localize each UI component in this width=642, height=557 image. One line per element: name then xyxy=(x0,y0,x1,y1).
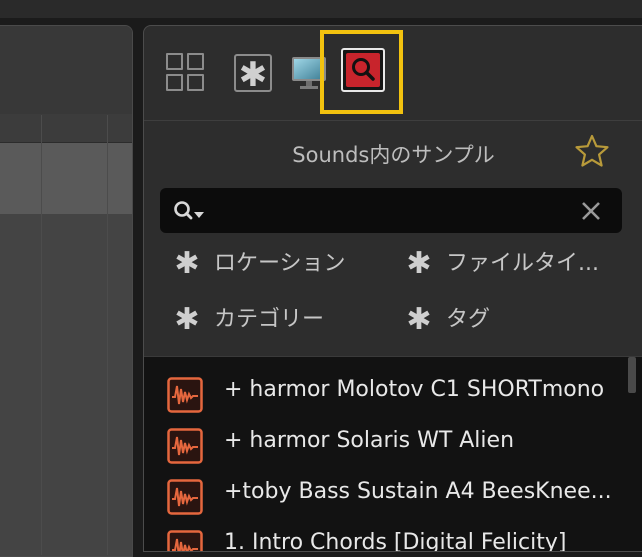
filter-label: ファイルタイ... xyxy=(446,251,599,276)
result-name: 1. Intro Chords [Digital Felicity] xyxy=(224,530,567,552)
asterisk-icon: ✱ xyxy=(406,246,432,281)
arranger-lower-area xyxy=(0,214,132,556)
result-name: + harmor Solaris WT Alien xyxy=(224,428,515,453)
asterisk-icon: ✱ xyxy=(174,246,200,281)
list-item[interactable]: +toby Bass Sustain A4 BeesKnee... xyxy=(144,467,642,517)
filter-tag[interactable]: ✱ タグ xyxy=(406,300,490,340)
filter-label: ロケーション xyxy=(214,251,346,276)
audio-file-icon xyxy=(167,428,203,464)
browser-toolbar: ✱ xyxy=(144,26,642,121)
search-bar xyxy=(160,188,622,233)
search-options-icon[interactable] xyxy=(172,198,212,224)
filter-label: タグ xyxy=(446,307,491,332)
search-input[interactable] xyxy=(216,194,570,228)
asterisk-icon: ✱ xyxy=(406,302,432,337)
arranger-ruler xyxy=(0,114,132,143)
browser-title: Sounds内のサンプル xyxy=(292,143,495,167)
filter-file-type[interactable]: ✱ ファイルタイ... xyxy=(406,244,626,284)
grid-line xyxy=(41,115,42,555)
grid-icon[interactable] xyxy=(166,53,206,93)
filter-category[interactable]: ✱ カテゴリー xyxy=(174,300,324,340)
highlight-box xyxy=(320,30,403,114)
grid-line xyxy=(107,115,108,555)
star-icon[interactable] xyxy=(574,133,610,169)
result-name: +toby Bass Sustain A4 BeesKnee... xyxy=(224,479,612,504)
clear-search-icon[interactable] xyxy=(578,198,604,224)
filter-list: ✱ ロケーション ✱ ファイルタイ... ✱ カテゴリー ✱ タグ xyxy=(144,244,642,356)
list-item[interactable]: + harmor Solaris WT Alien xyxy=(144,416,642,466)
audio-file-icon xyxy=(167,479,203,515)
filter-location[interactable]: ✱ ロケーション xyxy=(174,244,346,284)
asterisk-icon: ✱ xyxy=(174,302,200,337)
result-name: + harmor Molotov C1 SHORTmono xyxy=(224,377,605,402)
arranger-panel xyxy=(0,25,133,557)
browser-title-row: Sounds内のサンプル xyxy=(144,121,642,183)
list-item[interactable]: 1. Intro Chords [Digital Felicity] xyxy=(144,518,642,552)
asterisk-icon[interactable]: ✱ xyxy=(234,54,272,94)
filter-label: カテゴリー xyxy=(214,307,325,332)
list-item[interactable]: + harmor Molotov C1 SHORTmono xyxy=(144,365,642,415)
audio-file-icon xyxy=(167,377,203,413)
browser-panel: ✱ Sounds内のサンプル ✱ ロケーション ✱ ファイルタイ... ✱ カテ… xyxy=(143,25,642,552)
results-list: + harmor Molotov C1 SHORTmono + harmor S… xyxy=(144,356,642,552)
arranger-header xyxy=(0,26,132,115)
audio-file-icon xyxy=(167,530,203,551)
top-strip xyxy=(0,0,642,18)
